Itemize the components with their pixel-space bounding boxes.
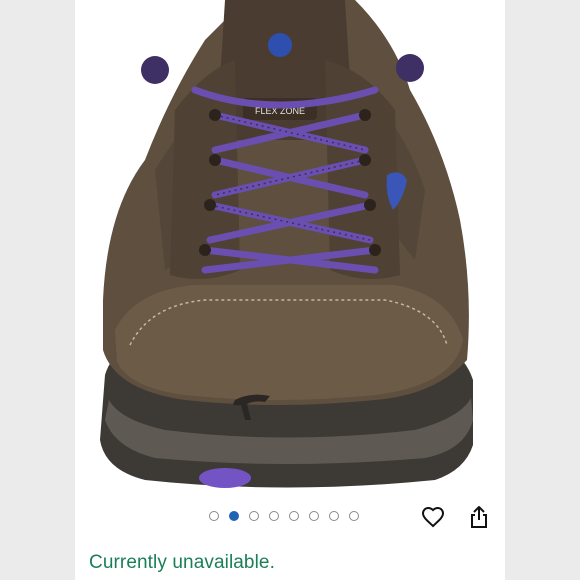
pagination-dot[interactable] [209,511,219,521]
product-card: FLEX ZONE Currently unavailable. [75,0,505,580]
pagination-dot[interactable] [329,511,339,521]
heart-outline-icon[interactable] [421,505,445,529]
right-backdrop [505,0,580,580]
pagination-dot[interactable] [269,511,279,521]
image-pagination [209,511,359,521]
pagination-dot-active[interactable] [229,511,239,521]
left-backdrop [0,0,75,580]
pagination-dot[interactable] [249,511,259,521]
image-actions [421,505,491,529]
availability-status: Currently unavailable. [89,552,275,573]
pagination-dot[interactable] [289,511,299,521]
share-icon[interactable] [467,505,491,529]
product-image[interactable]: FLEX ZONE [75,0,505,500]
pagination-dot[interactable] [349,511,359,521]
pagination-dot[interactable] [309,511,319,521]
